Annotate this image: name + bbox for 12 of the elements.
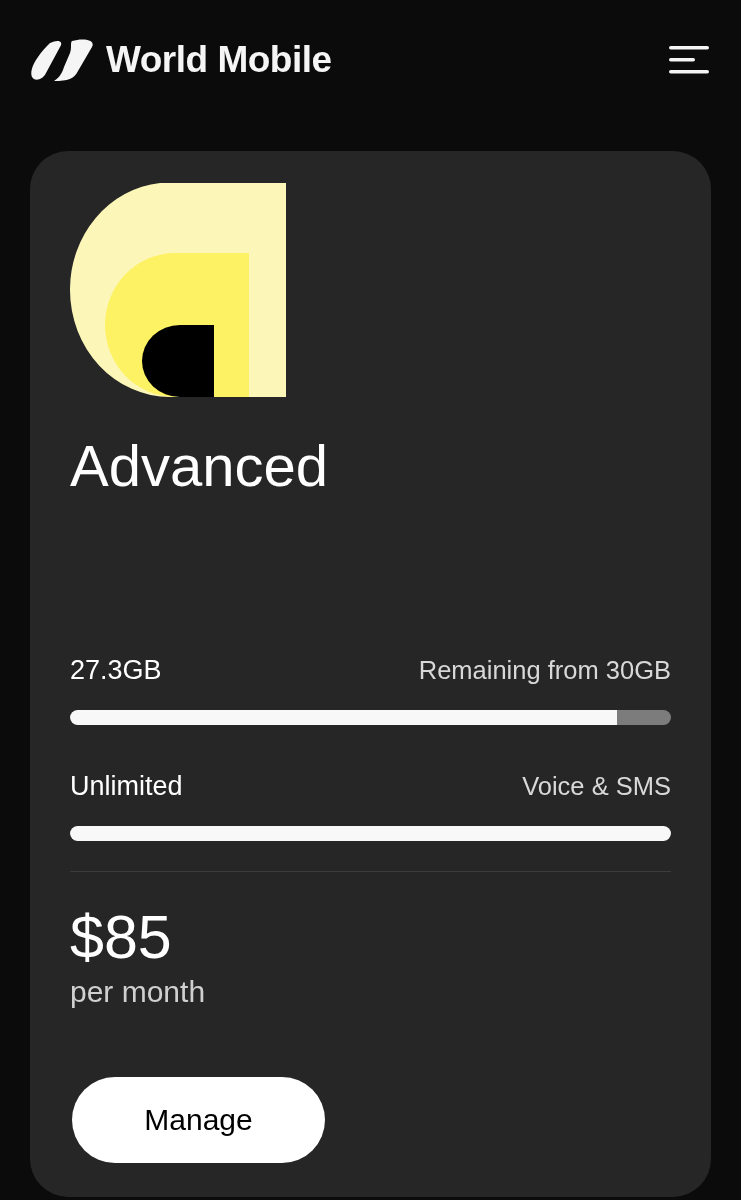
manage-button[interactable]: Manage <box>72 1077 325 1163</box>
logo-icon <box>30 39 94 81</box>
allowance-amount: Unlimited <box>70 770 183 802</box>
brand-name: World Mobile <box>106 39 332 81</box>
plan-price: $85 <box>70 901 173 972</box>
allowance-caption: Voice & SMS <box>522 771 671 801</box>
plan-name: Advanced <box>70 432 329 500</box>
allowance-amount: 27.3GB <box>70 654 162 686</box>
allowance-caption: Remaining from 30GB <box>418 655 671 685</box>
menu-icon <box>669 46 709 74</box>
menu-button[interactable] <box>669 46 709 74</box>
billing-period: per month <box>70 973 207 1010</box>
